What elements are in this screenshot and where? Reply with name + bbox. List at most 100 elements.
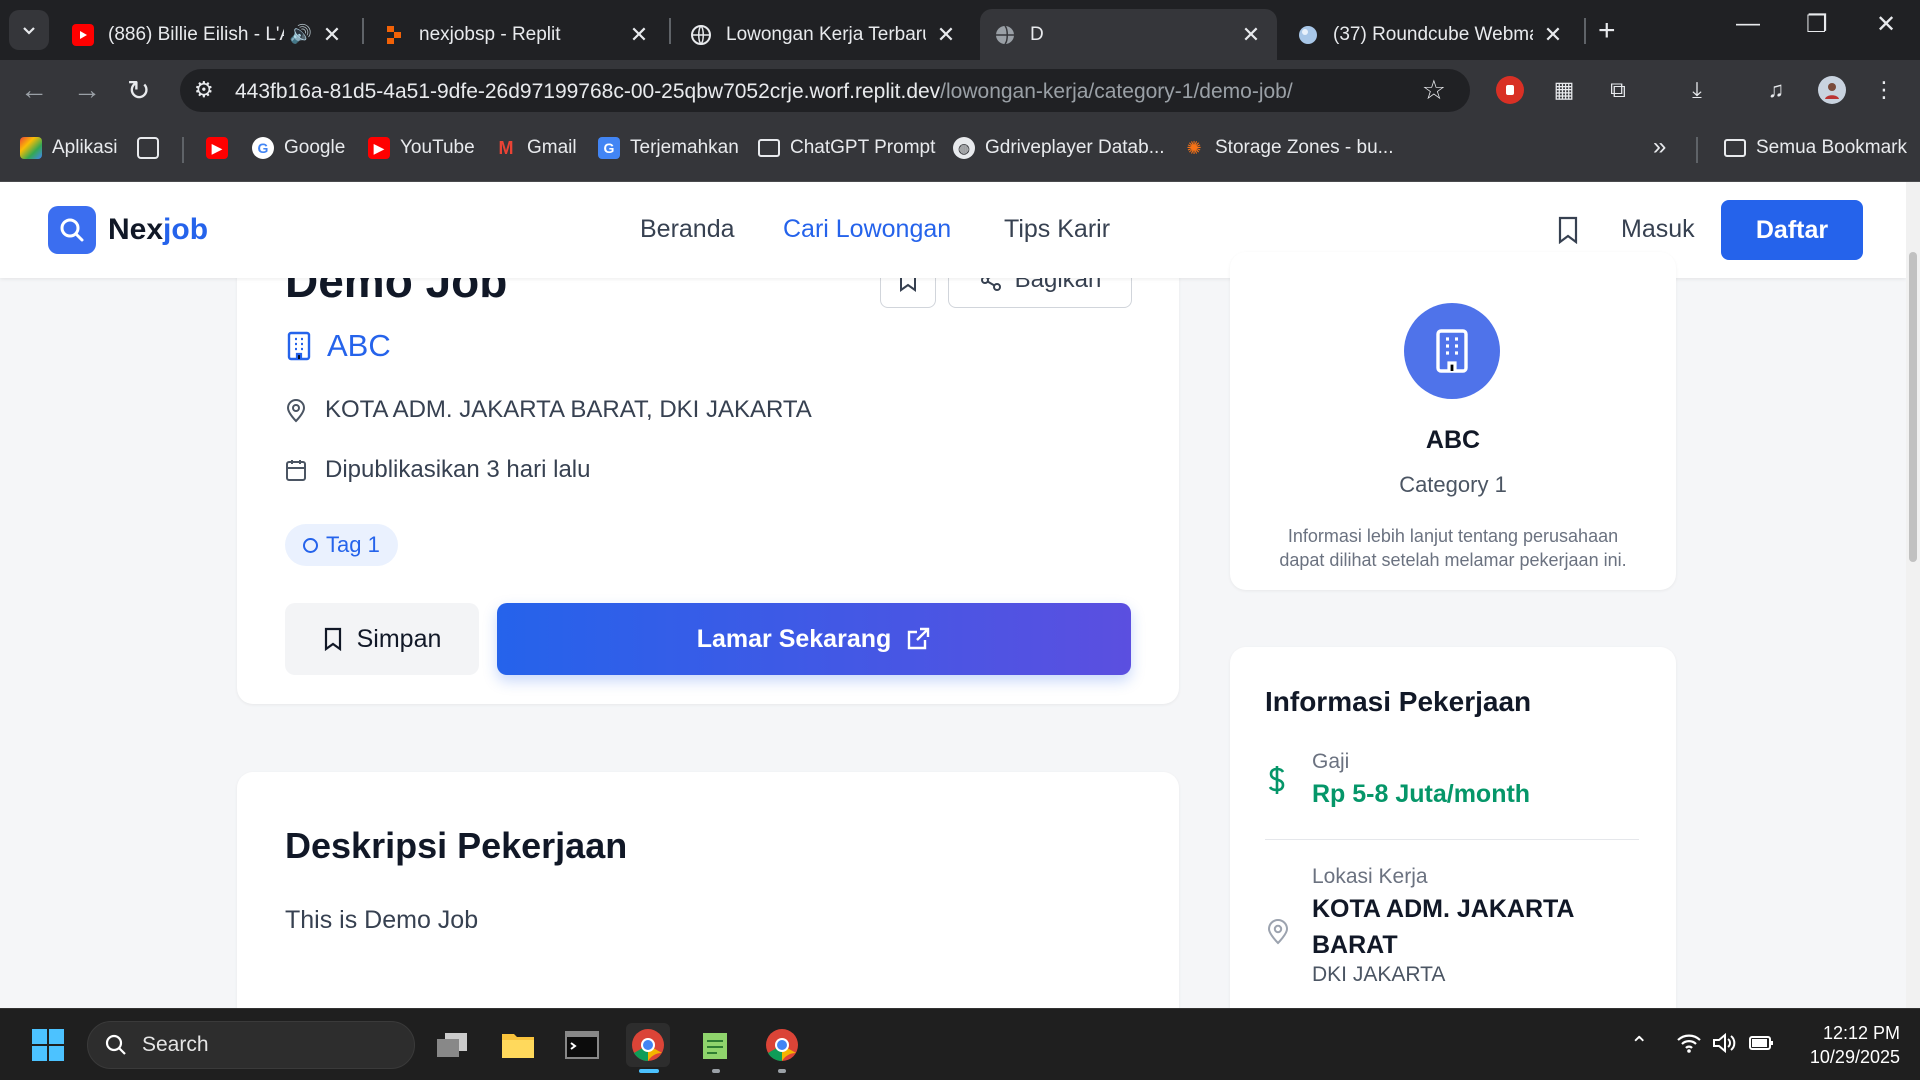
search-logo-icon — [48, 206, 96, 254]
notepad-icon[interactable] — [694, 1023, 738, 1067]
bookmark-star-icon[interactable]: ☆ — [1422, 75, 1446, 106]
job-published: Dipublikasikan 3 hari lalu — [285, 456, 590, 484]
back-button[interactable]: ← — [20, 74, 48, 106]
battery-icon[interactable] — [1748, 1032, 1774, 1060]
calendar-icon — [285, 458, 311, 482]
external-link-icon — [908, 627, 930, 650]
tab-roundcube[interactable]: (37) Roundcube Webmail ✕ — [1283, 9, 1579, 60]
close-tab-icon[interactable]: ✕ — [934, 22, 958, 48]
bookmark-label: Google — [284, 137, 346, 158]
bookmarks-overflow-button[interactable]: » — [1653, 133, 1666, 161]
windows-taskbar: Search ⌃ 12:12 PM 10/29/2025 — [0, 1008, 1920, 1080]
volume-icon[interactable] — [1712, 1032, 1736, 1060]
tab-replit[interactable]: nexjobsp - Replit ✕ — [369, 9, 665, 60]
apply-now-button[interactable]: Lamar Sekarang — [497, 603, 1131, 675]
bunny-icon: ✺ — [1186, 137, 1202, 158]
salary-label: Gaji — [1312, 750, 1350, 773]
profile-avatar[interactable] — [1818, 76, 1846, 104]
job-info-heading: Informasi Pekerjaan — [1265, 686, 1532, 717]
scrollbar-thumb[interactable] — [1909, 252, 1917, 562]
bookmark-youtube-short[interactable]: ▶ — [206, 137, 238, 159]
system-clock[interactable]: 12:12 PM 10/29/2025 — [1790, 1021, 1900, 1069]
close-tab-icon[interactable]: ✕ — [627, 22, 651, 48]
bookmark-label: Aplikasi — [52, 137, 118, 158]
globe-icon: ◍ — [953, 137, 975, 159]
close-tab-icon[interactable]: ✕ — [320, 22, 344, 48]
brand-logo[interactable]: Nex job — [48, 206, 208, 254]
dollar-icon — [1265, 764, 1289, 801]
globe-icon — [690, 24, 712, 46]
building-icon — [1436, 329, 1468, 373]
sidebar-category: Category 1 — [1399, 472, 1507, 497]
search-icon — [105, 1034, 126, 1055]
register-button[interactable]: Daftar — [1721, 200, 1863, 260]
building-icon — [287, 331, 311, 361]
reload-button[interactable]: ↻ — [127, 74, 150, 107]
tab-youtube[interactable]: (886) Billie Eilish - L'A 🔊 ✕ — [58, 9, 358, 60]
download-icon[interactable]: ⤓ — [1683, 76, 1711, 104]
bookmark-youtube[interactable]: ▶ YouTube — [368, 137, 475, 159]
extensions-icon[interactable]: ⧉ — [1604, 76, 1632, 104]
bookmark-gdriveplayer[interactable]: ◍ Gdriveplayer Datab... — [953, 137, 1165, 159]
bookmarks-bar: Aplikasi ▶ G Google ▶ YouTube M Gmail G … — [0, 120, 1920, 182]
saved-jobs-button[interactable] — [1556, 216, 1580, 249]
login-link[interactable]: Masuk — [1621, 215, 1695, 244]
youtube-icon — [72, 23, 94, 46]
new-tab-button[interactable]: + — [1598, 14, 1616, 48]
tab-lowongan[interactable]: Lowongan Kerja Terbaru ✕ — [676, 9, 972, 60]
chrome-profile-icon[interactable] — [760, 1023, 804, 1067]
tab-search-button[interactable] — [9, 10, 49, 50]
note-line: Informasi lebih lanjut tentang perusahaa… — [1287, 526, 1619, 546]
close-tab-icon[interactable]: ✕ — [1541, 22, 1565, 48]
translate-icon: G — [598, 137, 620, 159]
bookmark-translate[interactable]: G Terjemahkan — [598, 137, 739, 159]
restore-button[interactable]: ❐ — [1806, 10, 1828, 39]
taskbar-search[interactable]: Search — [87, 1021, 415, 1069]
page-scrollbar[interactable] — [1906, 182, 1920, 1008]
site-info-icon[interactable]: ⚙ — [194, 77, 214, 103]
windows-logo-icon — [32, 1029, 64, 1061]
tab-active[interactable]: D ✕ — [980, 9, 1277, 60]
tab-strip: (886) Billie Eilish - L'A 🔊 ✕ nexjobsp -… — [0, 0, 1920, 60]
bookmark-gmail[interactable]: M Gmail — [495, 137, 577, 159]
adblock-icon[interactable] — [1496, 76, 1524, 104]
tray-overflow-icon[interactable]: ⌃ — [1630, 1032, 1648, 1058]
url-text: 443fb16a-81d5-4a51-9dfe-26d97199768c-00-… — [235, 80, 1293, 104]
windows-start-button[interactable] — [26, 1023, 70, 1067]
media-control-icon[interactable]: ♫ — [1762, 76, 1790, 104]
close-tab-icon[interactable]: ✕ — [1239, 22, 1263, 48]
speaker-icon: 🔊 — [289, 24, 312, 44]
tab-separator — [362, 18, 364, 44]
folder-icon — [1724, 139, 1746, 157]
nav-cari-lowongan[interactable]: Cari Lowongan — [783, 215, 951, 244]
forward-button[interactable]: → — [73, 74, 101, 106]
address-bar[interactable]: ⚙ 443fb16a-81d5-4a51-9dfe-26d97199768c-0… — [180, 69, 1470, 112]
company-link[interactable]: ABC — [285, 328, 391, 364]
close-window-button[interactable]: ✕ — [1876, 10, 1896, 39]
bookmark-google[interactable]: G Google — [252, 137, 345, 159]
bookmark-apps[interactable]: Aplikasi — [20, 137, 117, 159]
terminal-icon[interactable] — [560, 1023, 604, 1067]
wifi-icon[interactable] — [1676, 1032, 1702, 1060]
chrome-icon[interactable] — [626, 1023, 670, 1067]
file-explorer-icon[interactable] — [496, 1023, 540, 1067]
nav-beranda[interactable]: Beranda — [640, 215, 735, 244]
bookmark-storage-zones[interactable]: ✺ Storage Zones - bu... — [1183, 137, 1393, 159]
job-tag[interactable]: Tag 1 — [285, 524, 398, 566]
task-view-icon[interactable] — [430, 1023, 474, 1067]
divider — [1265, 839, 1639, 840]
nav-tips-karir[interactable]: Tips Karir — [1004, 215, 1110, 244]
menu-kebab-icon[interactable]: ⋮ — [1870, 76, 1898, 104]
page-viewport: Demo Job Bagikan Nex job Beranda Cari Low… — [0, 182, 1920, 1008]
qr-code-icon[interactable]: ▦ — [1550, 76, 1578, 104]
all-bookmarks[interactable]: Semua Bookmark — [1724, 137, 1907, 159]
clock-date: 10/29/2025 — [1809, 1047, 1900, 1067]
apps-grid-icon — [20, 137, 42, 159]
save-job-button[interactable]: Simpan — [285, 603, 479, 675]
bookmark-chatgpt[interactable]: ChatGPT Prompt — [758, 137, 935, 159]
bookmark-grid[interactable] — [137, 137, 169, 159]
brand-name-part2: job — [163, 213, 209, 246]
tag-circle-icon — [303, 537, 318, 553]
bookmark-separator — [182, 137, 184, 163]
minimize-button[interactable]: — — [1736, 10, 1760, 38]
